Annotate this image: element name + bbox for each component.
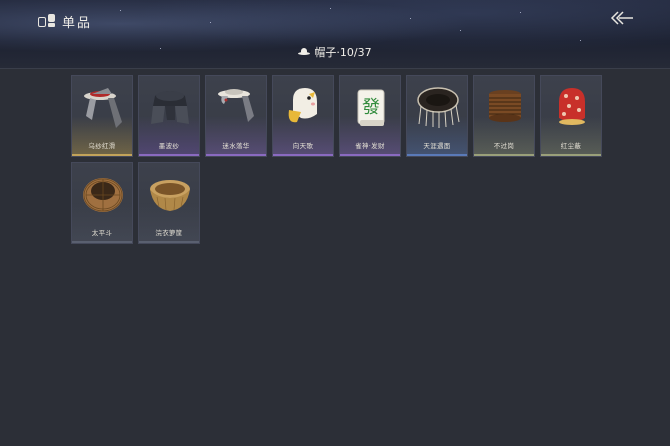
item-card[interactable]: 墨波纱 xyxy=(138,75,200,157)
hat-icon xyxy=(298,48,311,56)
item-label: 浣衣箩筐 xyxy=(155,229,183,237)
item-card[interactable]: 太平斗 xyxy=(71,162,133,244)
page-title-group: 单品 xyxy=(38,12,92,31)
category-count: 帽子·10/37 xyxy=(314,46,372,59)
item-category-icon xyxy=(38,13,56,30)
item-card[interactable]: 迷水落华 xyxy=(205,75,267,157)
item-card[interactable]: 不过岗 xyxy=(473,75,535,157)
item-label: 墨波纱 xyxy=(158,142,180,150)
page-title: 单品 xyxy=(62,16,93,31)
item-label: 红尘蔽 xyxy=(560,142,582,150)
item-label: 不过岗 xyxy=(493,142,515,150)
item-label: 太平斗 xyxy=(91,229,113,237)
item-card[interactable]: 向天歌 xyxy=(272,75,334,157)
item-label: 乌纱红滑 xyxy=(88,142,116,150)
black-gauze-hat-icon xyxy=(84,88,122,128)
item-card[interactable]: 浣衣箩筐 xyxy=(138,162,200,244)
veil-hat-icon xyxy=(218,89,254,122)
item-label: 迷水落华 xyxy=(222,142,250,150)
back-arrow-icon xyxy=(610,11,633,25)
red-bag-icon xyxy=(559,88,585,125)
ink-gauze-hat-icon xyxy=(151,91,189,124)
item-card[interactable]: 發 雀神·发财 xyxy=(339,75,401,157)
item-label: 向天歌 xyxy=(292,142,314,150)
item-label: 雀神·发财 xyxy=(355,142,385,150)
stacked-bowls-icon xyxy=(489,90,521,122)
fringed-hat-icon xyxy=(417,87,460,128)
category-header: 帽子·10/37 xyxy=(0,44,670,60)
mahjong-tile-icon: 發 xyxy=(357,89,385,126)
woven-hat-icon xyxy=(83,178,123,212)
header-bar: 单品 帽子·10/37 xyxy=(0,0,670,69)
item-card[interactable]: 红尘蔽 xyxy=(540,75,602,157)
back-button[interactable] xyxy=(610,10,634,26)
item-card[interactable]: 天涯遇面 xyxy=(406,75,468,157)
basket-icon xyxy=(150,180,190,211)
item-card[interactable]: 乌纱红滑 xyxy=(71,75,133,157)
item-label: 天涯遇面 xyxy=(423,142,451,150)
svg-text:發: 發 xyxy=(362,97,380,118)
goose-hat-icon xyxy=(288,88,317,123)
